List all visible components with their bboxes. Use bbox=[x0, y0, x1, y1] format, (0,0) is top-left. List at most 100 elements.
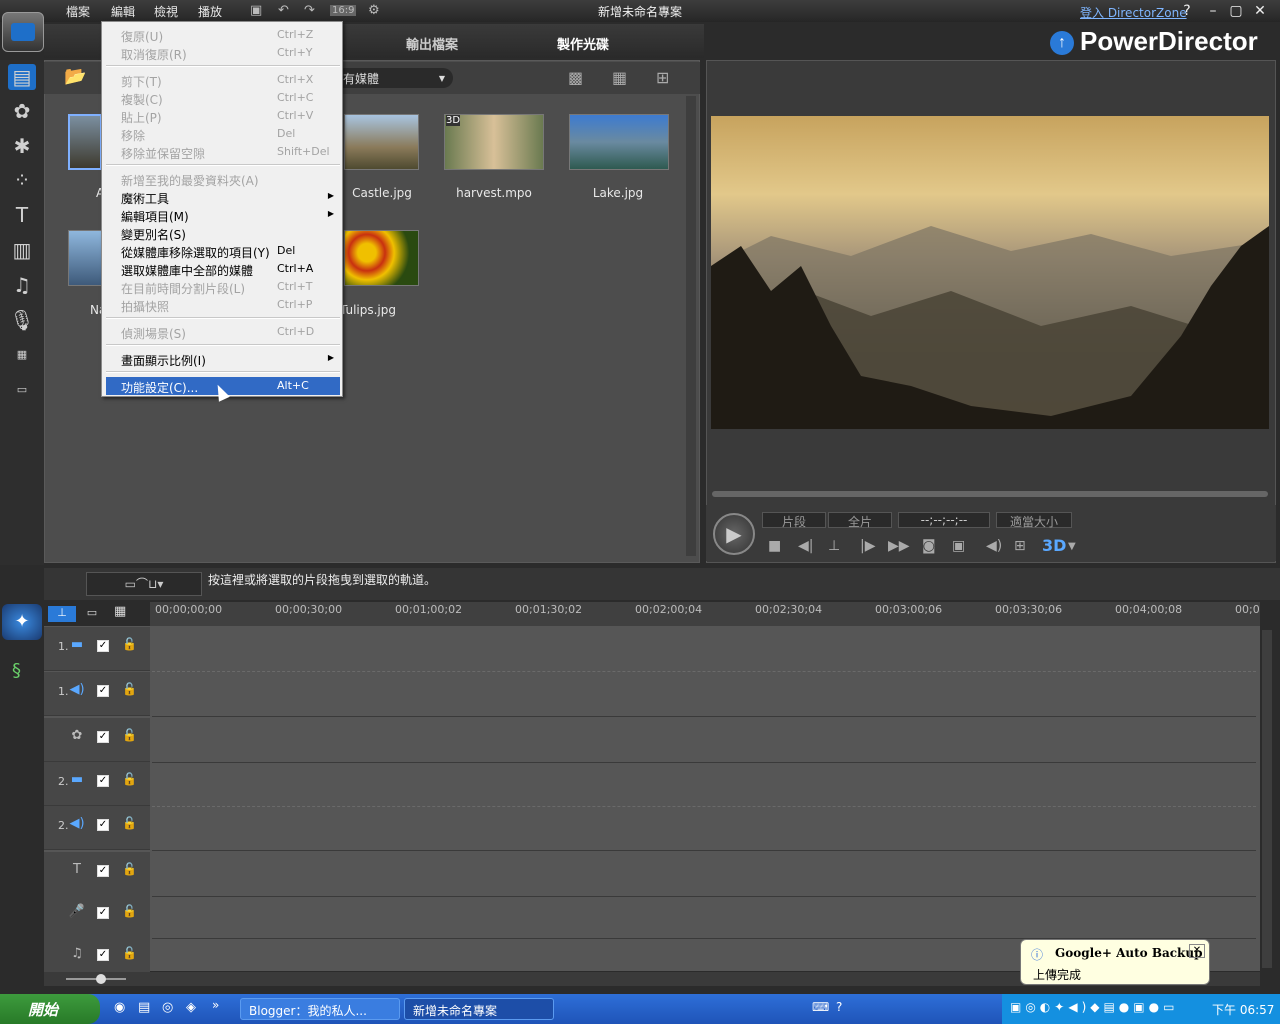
timecode-display[interactable]: --;--;--;-- bbox=[898, 512, 990, 528]
movie-mode-button[interactable]: 全片 bbox=[828, 512, 892, 529]
aspect-ratio-button[interactable]: 16:9 bbox=[330, 5, 357, 16]
media-thumb-tulips[interactable] bbox=[344, 230, 419, 286]
tray-icons[interactable]: ▣◎◐✦◀)◆▤●▣●▭ bbox=[1010, 1000, 1178, 1014]
effect-room-icon[interactable]: ✿ bbox=[8, 98, 36, 124]
fast-forward-icon[interactable]: ▶▶ bbox=[888, 538, 910, 554]
magic-music-icon[interactable]: § bbox=[12, 660, 21, 681]
media-thumb-a[interactable] bbox=[68, 114, 102, 170]
undock-icon[interactable]: ⊞ bbox=[1014, 538, 1026, 554]
plugin-icon[interactable]: ▦ bbox=[612, 68, 627, 87]
storyboard-icon[interactable]: ▩ bbox=[568, 68, 583, 87]
track-enable-checkbox[interactable]: ✓ bbox=[97, 731, 109, 743]
subtitle-room-icon[interactable]: ▭ bbox=[8, 377, 36, 403]
clip-mode-button[interactable]: 片段 bbox=[762, 512, 826, 529]
voice-room-icon[interactable]: 🎙 bbox=[8, 307, 36, 333]
chevron-down-icon[interactable]: ▼ bbox=[1068, 541, 1076, 552]
directorzone-login-link[interactable]: 登入 DirectorZone bbox=[1080, 4, 1187, 21]
media-room-icon[interactable]: ▤ bbox=[8, 64, 36, 90]
track-enable-checkbox[interactable]: ✓ bbox=[97, 865, 109, 877]
settings-gear-icon[interactable]: ⚙ bbox=[368, 3, 380, 18]
menu-item[interactable]: 編輯項目(M) ▶ bbox=[106, 206, 340, 224]
menu-item[interactable]: 魔術工具 ▶ bbox=[106, 188, 340, 206]
insert-mode-button[interactable]: ▭⌒⊔▾ bbox=[86, 572, 202, 596]
pip-room-icon[interactable]: ✱ bbox=[8, 133, 36, 159]
lock-icon[interactable]: 🔓 bbox=[122, 728, 137, 742]
app-quick-icon[interactable]: ◈ bbox=[186, 1000, 196, 1015]
particle-room-icon[interactable]: ⁘ bbox=[8, 167, 36, 193]
track-lane[interactable] bbox=[152, 850, 1256, 851]
close-button[interactable]: ✕ bbox=[1250, 3, 1270, 19]
track-lane[interactable] bbox=[152, 671, 1256, 672]
undo-icon[interactable]: ↶ bbox=[278, 3, 289, 18]
play-button[interactable]: ▶ bbox=[713, 513, 755, 555]
split-icon[interactable]: ⊥ bbox=[828, 538, 840, 554]
menu-item[interactable]: 選取媒體庫中全部的媒體 Ctrl+A bbox=[106, 260, 340, 278]
start-button[interactable]: 開始 bbox=[0, 994, 100, 1024]
notification-balloon[interactable]: ⓘ Google+ Auto Backup ✕ 上傳完成 bbox=[1020, 939, 1210, 985]
track-manager-icon[interactable]: ▦ bbox=[114, 604, 126, 619]
track-enable-checkbox[interactable]: ✓ bbox=[97, 819, 109, 831]
view-grid-icon[interactable]: ⊞ bbox=[656, 68, 669, 87]
maximize-button[interactable]: ▢ bbox=[1226, 3, 1246, 19]
zoom-fit-select[interactable]: 適當大小 bbox=[996, 512, 1072, 529]
lock-icon[interactable]: 🔓 bbox=[122, 946, 137, 960]
preview-progress-bar[interactable] bbox=[712, 491, 1268, 497]
help-button[interactable]: ? bbox=[1177, 3, 1197, 19]
menu-file[interactable]: 檔案 bbox=[66, 3, 90, 20]
timeline-view-button[interactable]: ⊥ bbox=[48, 606, 76, 622]
lock-icon[interactable]: 🔓 bbox=[122, 772, 137, 786]
ie-icon[interactable]: ◉ bbox=[114, 1000, 125, 1015]
quicklaunch-more-icon[interactable]: » bbox=[212, 998, 219, 1012]
media-thumb-na[interactable] bbox=[68, 230, 102, 286]
keyboard-icon[interactable]: ⌨ bbox=[812, 1000, 829, 1014]
lock-icon[interactable]: 🔓 bbox=[122, 816, 137, 830]
lock-icon[interactable]: 🔓 bbox=[122, 637, 137, 651]
display-icon[interactable]: ▣ bbox=[952, 538, 965, 554]
chrome-icon[interactable]: ◎ bbox=[162, 1000, 173, 1015]
menu-item[interactable]: 從媒體庫移除選取的項目(Y) Del bbox=[106, 242, 340, 260]
media-filter-select[interactable]: 有媒體 ▼ bbox=[335, 68, 453, 88]
balloon-close-icon[interactable]: ✕ bbox=[1189, 944, 1205, 958]
minimize-button[interactable]: – bbox=[1203, 3, 1223, 19]
track-enable-checkbox[interactable]: ✓ bbox=[97, 949, 109, 961]
media-thumb-harvest[interactable]: 3D bbox=[444, 114, 544, 170]
menu-edit[interactable]: 編輯 bbox=[111, 3, 135, 20]
track-lane[interactable] bbox=[152, 896, 1256, 897]
lock-icon[interactable]: 🔓 bbox=[122, 862, 137, 876]
explorer-icon[interactable]: ▤ bbox=[138, 1000, 150, 1015]
taskbar-item-blogger[interactable]: Blogger：我的私人... bbox=[240, 998, 400, 1020]
chapter-room-icon[interactable]: ▦ bbox=[8, 342, 36, 368]
track-lane[interactable] bbox=[152, 716, 1256, 717]
upload-icon[interactable]: ↑ bbox=[1050, 31, 1074, 55]
audio-room-icon[interactable]: ♫ bbox=[8, 272, 36, 298]
stop-icon[interactable]: ■ bbox=[768, 538, 781, 554]
track-lane[interactable] bbox=[152, 806, 1256, 807]
media-thumb-castle[interactable] bbox=[344, 114, 419, 170]
3d-mode-button[interactable]: 3D bbox=[1042, 536, 1066, 555]
snapshot-icon[interactable]: ◙ bbox=[922, 538, 936, 554]
lock-icon[interactable]: 🔓 bbox=[122, 682, 137, 696]
tab-make-disc[interactable]: 製作光碟 bbox=[557, 34, 609, 53]
track-lane[interactable] bbox=[152, 762, 1256, 763]
previous-frame-icon[interactable]: ◀| bbox=[798, 538, 813, 554]
title-room-icon[interactable]: T bbox=[8, 202, 36, 228]
media-thumb-lake[interactable] bbox=[569, 114, 669, 170]
track-enable-checkbox[interactable]: ✓ bbox=[97, 640, 109, 652]
storyboard-view-button[interactable]: ▭ bbox=[82, 606, 102, 622]
transition-room-icon[interactable]: ▥ bbox=[8, 237, 36, 263]
track-enable-checkbox[interactable]: ✓ bbox=[97, 907, 109, 919]
menu-view[interactable]: 檢視 bbox=[154, 3, 178, 20]
next-frame-icon[interactable]: |▶ bbox=[860, 538, 875, 554]
redo-icon[interactable]: ↷ bbox=[304, 3, 315, 18]
tab-output[interactable]: 輸出檔案 bbox=[406, 34, 458, 53]
track-enable-checkbox[interactable]: ✓ bbox=[97, 775, 109, 787]
menu-item[interactable]: 變更別名(S) bbox=[106, 224, 340, 242]
menu-item[interactable]: 畫面顯示比例(I) ▶ bbox=[106, 350, 340, 368]
volume-icon[interactable]: ◀) bbox=[986, 538, 1002, 554]
save-icon[interactable]: ▣ bbox=[250, 3, 262, 18]
help-tray-icon[interactable]: ? bbox=[836, 1000, 842, 1014]
lock-icon[interactable]: 🔓 bbox=[122, 904, 137, 918]
taskbar-item-powerdirector[interactable]: 新增未命名專案 bbox=[404, 998, 554, 1020]
import-folder-icon[interactable]: 📂 bbox=[64, 66, 86, 87]
menu-play[interactable]: 播放 bbox=[198, 3, 222, 20]
